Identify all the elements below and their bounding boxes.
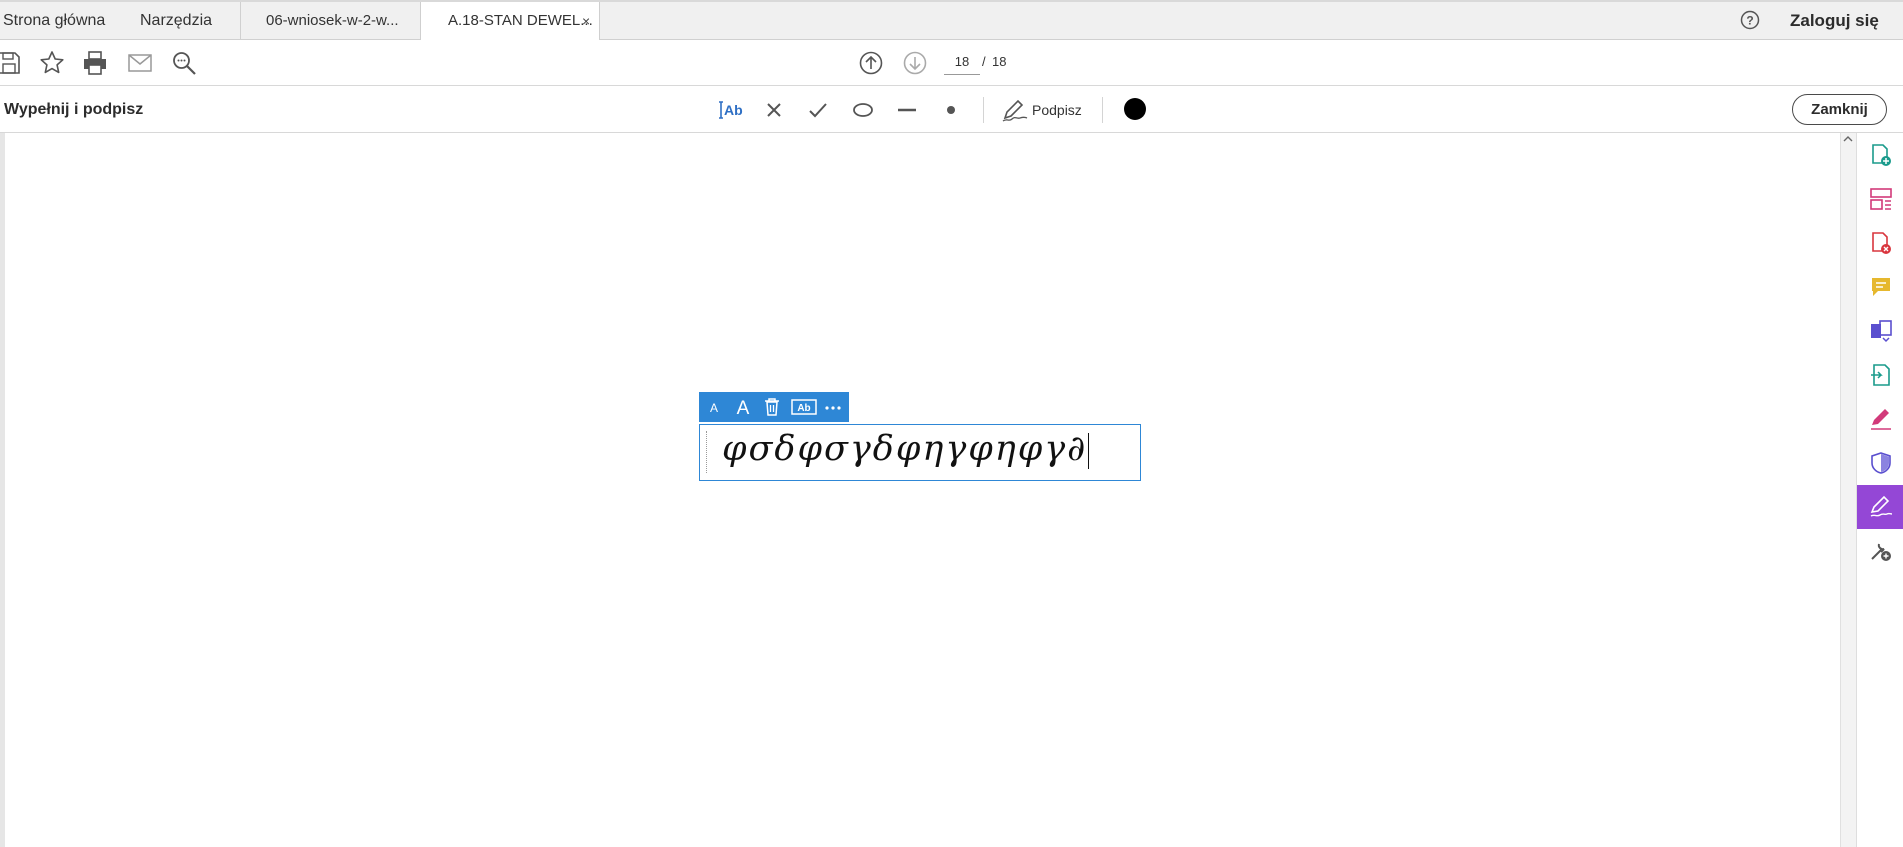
fill-sign-button[interactable]: [1857, 485, 1903, 529]
combine-files-button[interactable]: [1857, 309, 1903, 353]
fill-sign-icon: [1870, 495, 1893, 517]
field-text-value: φσδφσγδφηγφηφγ∂: [722, 429, 1088, 469]
combine-files-icon: [1871, 320, 1892, 343]
tab-home[interactable]: Strona główna: [3, 2, 105, 40]
prev-page-icon[interactable]: [858, 50, 884, 76]
tab-bar: Strona główna Narzędzia 06-wniosek-w-2-w…: [0, 0, 1903, 41]
text-input-field[interactable]: φσδφσγδφηγφηφγ∂: [699, 424, 1141, 481]
next-page-icon[interactable]: [902, 50, 928, 76]
mail-icon[interactable]: [127, 50, 153, 76]
delete-icon[interactable]: [763, 397, 781, 417]
toolbar-divider: [1102, 97, 1103, 123]
dot-icon[interactable]: [941, 97, 961, 123]
protect-icon: [1871, 452, 1891, 474]
add-text-icon[interactable]: Ab: [718, 97, 746, 123]
line-icon[interactable]: [895, 97, 919, 123]
field-type-icon[interactable]: Ab: [791, 397, 817, 417]
search-icon[interactable]: [171, 50, 197, 76]
font-smaller-icon[interactable]: A: [707, 397, 721, 417]
page-separator: /: [982, 54, 986, 69]
svg-text:Ab: Ab: [797, 403, 810, 414]
cross-icon[interactable]: [763, 97, 785, 123]
toolbar-divider: [983, 97, 984, 123]
ellipse-icon[interactable]: [851, 97, 875, 123]
star-icon[interactable]: [39, 50, 65, 76]
save-icon[interactable]: [0, 50, 22, 76]
svg-text:A: A: [737, 398, 750, 417]
tab-close-icon[interactable]: ×: [582, 2, 590, 40]
close-button[interactable]: Zamknij: [1792, 94, 1887, 125]
send-for-signature-icon: [1871, 364, 1890, 386]
fill-sign-toolbar: Wypełnij i podpisz Ab Podpisz: [0, 87, 1903, 133]
sign-label[interactable]: Podpisz: [1032, 87, 1082, 133]
document-page[interactable]: [0, 133, 1840, 847]
tab-document-1-label: 06-wniosek-w-2-w...: [266, 12, 399, 29]
comment-button[interactable]: [1857, 265, 1903, 309]
tab-document-1[interactable]: 06-wniosek-w-2-w...: [240, 2, 420, 40]
print-icon[interactable]: [82, 50, 108, 76]
svg-text:?: ?: [1746, 14, 1753, 28]
page-edge: [0, 133, 5, 847]
svg-text:A: A: [710, 401, 718, 415]
main-toolbar: 18 / 18: [0, 40, 1903, 86]
protect-button[interactable]: [1857, 441, 1903, 485]
edit-sign-icon: [1871, 409, 1891, 430]
more-tools-icon: [1871, 543, 1891, 561]
login-link[interactable]: Zaloguj się: [1790, 2, 1879, 40]
scroll-up-icon[interactable]: [1843, 134, 1853, 144]
send-for-signature-button[interactable]: [1857, 353, 1903, 397]
more-tools-button[interactable]: [1857, 529, 1903, 573]
comment-icon: [1872, 278, 1890, 296]
font-larger-icon[interactable]: A: [734, 397, 752, 417]
create-pdf-button[interactable]: [1857, 133, 1903, 177]
field-guide: [706, 431, 707, 473]
page-total: 18: [992, 54, 1007, 69]
edit-sign-button[interactable]: [1857, 397, 1903, 441]
tab-document-2[interactable]: A.18-STAN DEWEL... ×: [420, 2, 600, 41]
tools-panel: [1856, 133, 1903, 847]
tab-document-2-label: A.18-STAN DEWEL...: [448, 12, 593, 29]
svg-text:Ab: Ab: [724, 102, 743, 118]
help-icon[interactable]: ?: [1740, 10, 1760, 30]
sign-icon[interactable]: [1001, 97, 1029, 123]
organize-pages-icon: [1870, 188, 1892, 210]
more-icon[interactable]: [824, 397, 842, 417]
text-field-toolbar: A A Ab: [699, 392, 849, 422]
export-pdf-button[interactable]: [1857, 221, 1903, 265]
create-pdf-icon: [1872, 144, 1891, 166]
organize-pages-button[interactable]: [1857, 177, 1903, 221]
field-text-content: φσδφσγδφηγφηφγ∂: [722, 429, 1090, 469]
color-picker-button[interactable]: [1124, 98, 1146, 120]
text-caret: [1088, 432, 1090, 469]
tab-tools[interactable]: Narzędzia: [140, 2, 212, 40]
vertical-scrollbar[interactable]: [1840, 133, 1856, 847]
page-number-input[interactable]: 18: [944, 50, 980, 75]
export-pdf-icon: [1872, 232, 1891, 254]
check-icon[interactable]: [807, 97, 829, 123]
fill-sign-title: Wypełnij i podpisz: [4, 101, 144, 118]
